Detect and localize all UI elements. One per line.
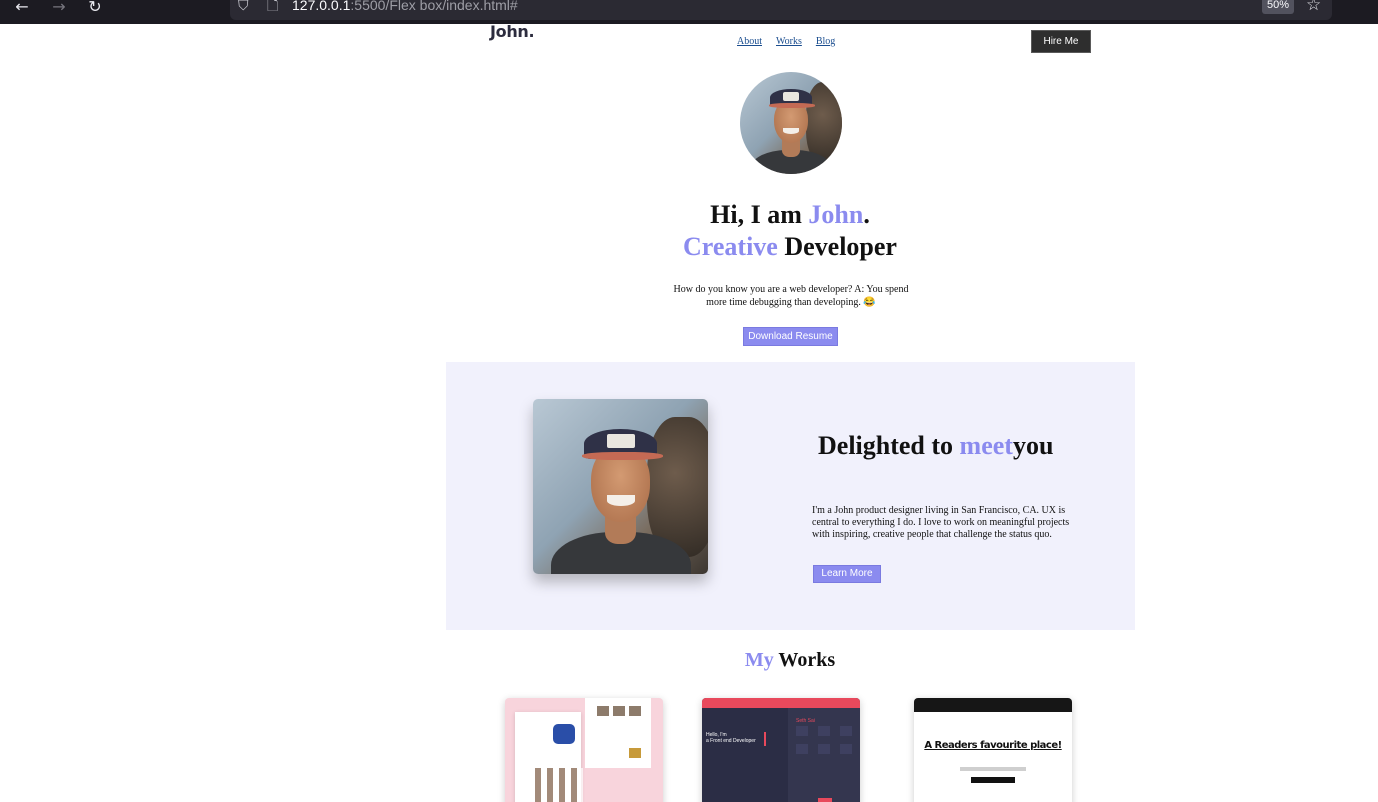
learn-more-button[interactable]: Learn More — [813, 565, 881, 583]
address-bar[interactable]: ⛉ 🗋 127.0.0.1:5500/Flex box/index.html# … — [230, 0, 1332, 20]
nav-link-works[interactable]: Works — [776, 36, 802, 47]
url-host: 127.0.0.1 — [292, 0, 351, 13]
work-card-portfolio-dark[interactable]: Hello, I'm a Front end Developer Seth Sa… — [702, 698, 860, 802]
profile-avatar — [740, 72, 842, 174]
hero-subtitle: How do you know you are a web developer?… — [673, 284, 909, 308]
about-title: Delighted to meetyou — [818, 431, 1054, 460]
hero-creative-accent: Creative — [683, 232, 778, 261]
nav-link-about[interactable]: About — [737, 36, 762, 47]
browser-toolbar: ← → ↻ ⛉ 🗋 127.0.0.1:5500/Flex box/index.… — [0, 0, 1378, 24]
chair-thumbnail — [553, 724, 575, 744]
page-icon: 🗋 — [267, 0, 279, 14]
about-title-accent: meet — [959, 431, 1013, 460]
hero-title-line1: Hi, I am John. — [710, 200, 870, 229]
reload-icon[interactable]: ↻ — [83, 0, 107, 24]
nav-link-blog[interactable]: Blog — [816, 36, 835, 47]
about-photo — [533, 399, 708, 574]
works-title-accent: My — [744, 649, 774, 671]
hero-title-line2: Creative Developer — [683, 232, 897, 261]
bookmark-star-icon[interactable]: ☆ — [1306, 0, 1321, 14]
main-nav: About Works Blog — [737, 36, 835, 47]
zoom-level-badge[interactable]: 50% — [1262, 0, 1294, 14]
works-title: My Works — [744, 649, 836, 671]
profile-photo — [740, 72, 842, 174]
card-3-title: A Readers favourite place! — [924, 740, 1062, 751]
work-card-furniture-shop[interactable] — [505, 698, 663, 802]
about-text: I'm a John product designer living in Sa… — [812, 505, 1070, 540]
work-card-readers-place[interactable]: A Readers favourite place! — [914, 698, 1072, 802]
url-path: :5500/Flex box/index.html# — [350, 0, 518, 13]
hero-name-accent: John — [808, 200, 864, 229]
forward-arrow-icon[interactable]: → — [47, 0, 71, 24]
hire-me-button[interactable]: Hire Me — [1031, 30, 1091, 53]
url-text[interactable]: 127.0.0.1:5500/Flex box/index.html# — [292, 0, 518, 13]
site-logo[interactable]: John. — [490, 22, 535, 41]
card-2-side-title: Seth Sai — [796, 718, 815, 724]
shield-icon[interactable]: ⛉ — [238, 0, 249, 13]
back-arrow-icon[interactable]: ← — [10, 0, 34, 24]
card-2-heading: Hello, I'm a Front end Developer — [706, 732, 756, 744]
about-section: Delighted to meetyou I'm a John product … — [446, 362, 1135, 630]
download-resume-button[interactable]: Download Resume — [743, 327, 838, 346]
